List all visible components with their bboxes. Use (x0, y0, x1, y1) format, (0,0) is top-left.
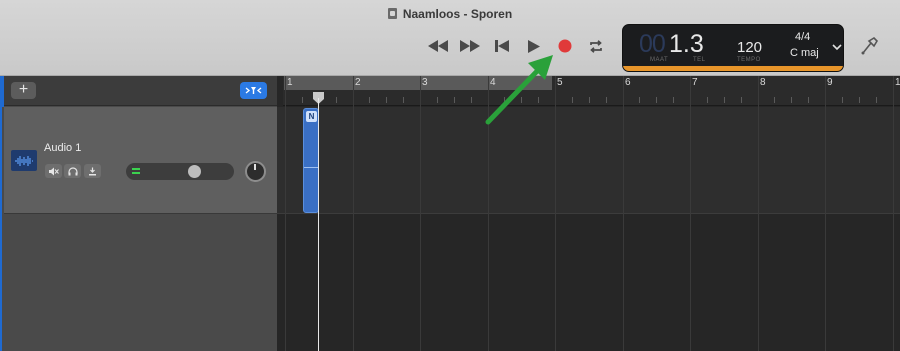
lcd-display[interactable]: 00 1.3 MAAT TEL 120 TEMPO 4/4 C maj (622, 24, 844, 72)
region-label: N (306, 111, 317, 122)
beat-tick (454, 97, 455, 103)
beat-tick (741, 97, 742, 103)
beat-tick (504, 97, 505, 103)
volume-slider[interactable] (126, 163, 234, 180)
record-enable-button[interactable] (84, 164, 101, 178)
playhead (318, 98, 319, 351)
lcd-position-leading: 00 (639, 30, 666, 58)
solo-button[interactable] (64, 164, 81, 178)
add-track-button[interactable]: + (11, 82, 36, 99)
chevron-down-icon[interactable] (832, 42, 842, 52)
bar-grid-line (488, 76, 489, 351)
go-to-start-icon (495, 40, 509, 52)
level-meter (132, 168, 140, 175)
bar-grid-line (623, 76, 624, 351)
beat-tick (437, 97, 438, 103)
filter-icon (245, 87, 262, 94)
play-button[interactable] (520, 34, 548, 58)
window-title-text: Naamloos - Sporen (402, 7, 513, 21)
beat-tick (538, 97, 539, 103)
region-waveform-line (304, 167, 318, 168)
cycle-region[interactable] (284, 76, 552, 90)
bar-grid-line (690, 76, 691, 351)
beat-tick (808, 97, 809, 103)
beat-tick (386, 97, 387, 103)
beat-tick (842, 97, 843, 103)
bar-grid-line (420, 76, 421, 351)
beat-tick (707, 97, 708, 103)
bar-number: 8 (760, 77, 766, 88)
beat-tick (369, 97, 370, 103)
audio-region[interactable]: N (303, 108, 319, 213)
speaker-mute-icon (48, 167, 59, 175)
beat-tick (859, 97, 860, 103)
beat-tick (403, 97, 404, 103)
bar-number: 1 (287, 77, 293, 88)
bar-number: 5 (557, 77, 563, 88)
track-headers-toolbar (0, 76, 277, 106)
download-icon (89, 167, 96, 175)
lcd-time-signature: 4/4 (795, 31, 811, 43)
headphones-icon (67, 166, 78, 175)
record-icon (558, 39, 572, 53)
lcd-accent-bar (623, 66, 843, 71)
beat-tick (589, 97, 590, 103)
volume-slider-thumb[interactable] (188, 165, 201, 178)
beat-tick (673, 97, 674, 103)
bar-number: 4 (490, 77, 496, 88)
lcd-label-bar: MAAT (650, 57, 669, 63)
mute-button[interactable] (45, 164, 62, 178)
bar-number: 1 (895, 77, 900, 88)
beat-tick (724, 97, 725, 103)
bar-number: 9 (827, 77, 833, 88)
bar-number: 2 (355, 77, 361, 88)
beat-tick (656, 97, 657, 103)
go-to-start-button[interactable] (488, 34, 516, 58)
track-name[interactable]: Audio 1 (44, 142, 81, 154)
rewind-button[interactable] (424, 34, 452, 58)
bar-grid-line (893, 76, 894, 351)
bar-number: 7 (692, 77, 698, 88)
bar-grid-line (758, 76, 759, 351)
beat-tick (791, 97, 792, 103)
document-icon (387, 8, 397, 19)
cycle-button[interactable] (582, 34, 610, 58)
bar-grid-line (825, 76, 826, 351)
forward-button[interactable] (456, 34, 484, 58)
pan-knob[interactable] (245, 161, 266, 182)
beat-tick (639, 97, 640, 103)
beat-tick (471, 97, 472, 103)
lcd-key: C maj (790, 47, 819, 59)
bar-number: 6 (625, 77, 631, 88)
bar-number: 3 (422, 77, 428, 88)
beat-tick (302, 97, 303, 103)
lcd-position: 1.3 (669, 30, 704, 58)
lcd-label-beat: TEL (693, 57, 706, 63)
bar-grid-line (353, 76, 354, 351)
beat-tick (521, 97, 522, 103)
fast-forward-icon (460, 40, 480, 52)
lcd-label-tempo: TEMPO (737, 57, 761, 63)
beat-tick (572, 97, 573, 103)
smart-controls-filter-button[interactable] (240, 82, 267, 99)
rewind-icon (428, 40, 448, 52)
beat-tick (876, 97, 877, 103)
track-lane-audio-1[interactable] (277, 107, 900, 214)
cycle-icon (590, 39, 602, 53)
tuner-icon[interactable] (858, 35, 880, 57)
bar-grid-line (285, 76, 286, 351)
selection-edge-inner (2, 107, 4, 351)
track-header-audio-1[interactable] (4, 107, 277, 214)
record-button[interactable] (551, 34, 579, 58)
beat-tick (774, 97, 775, 103)
window-title: Naamloos - Sporen (0, 7, 900, 21)
control-bar: Naamloos - Sporen 00 1.3 MAAT TEL 120 TE… (0, 0, 900, 76)
beat-tick (336, 97, 337, 103)
play-icon (528, 39, 540, 53)
bar-grid-line (555, 76, 556, 351)
beat-tick (606, 97, 607, 103)
lcd-tempo: 120 (737, 39, 763, 56)
waveform-icon (11, 150, 37, 171)
